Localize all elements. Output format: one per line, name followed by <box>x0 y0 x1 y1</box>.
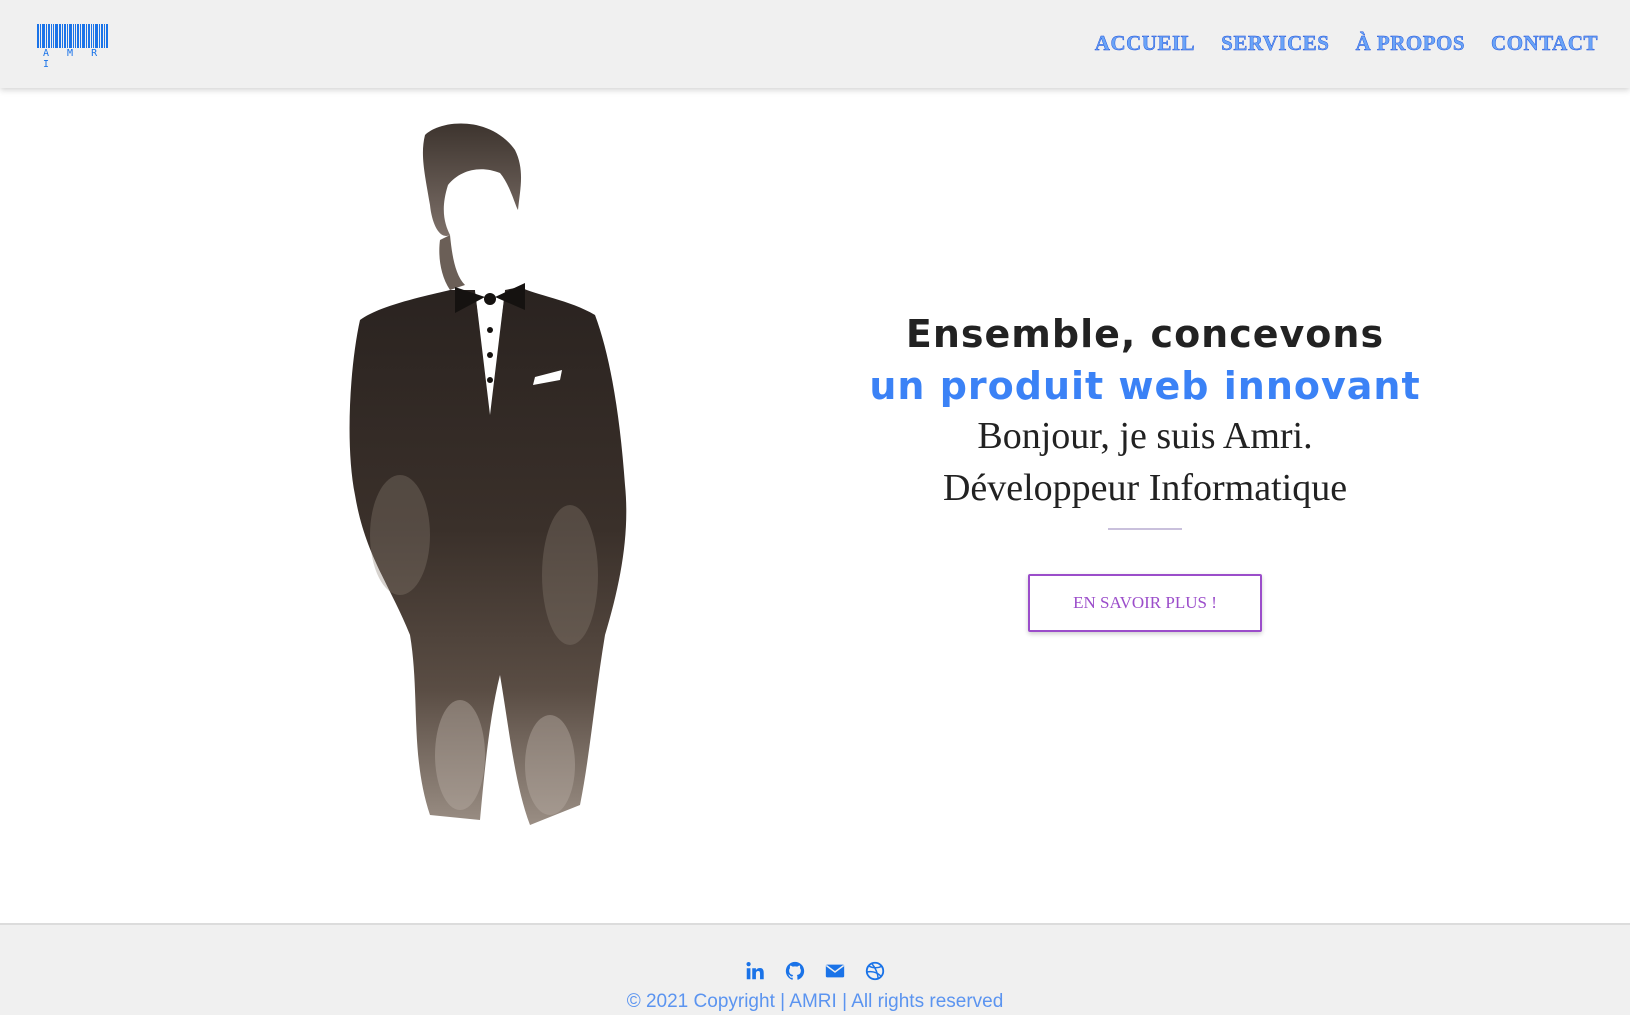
hero-greeting: Bonjour, je suis Amri. <box>977 415 1313 457</box>
nav-link-a-propos[interactable]: À PROPOS <box>1355 31 1465 56</box>
hero-divider <box>1108 528 1182 530</box>
nav-link-accueil[interactable]: ACCUEIL <box>1095 31 1195 56</box>
tuxedo-man-illustration <box>349 123 627 825</box>
site-header: A M R I ACCUEIL SERVICES À PROPOS CONTAC… <box>0 0 1630 88</box>
logo-text: A M R I <box>43 48 104 70</box>
linkedin-icon[interactable] <box>744 960 766 982</box>
social-links <box>0 960 1630 982</box>
learn-more-button[interactable]: EN SAVOIR PLUS ! <box>1028 574 1262 632</box>
hero-section: Ensemble, concevons un produit web innov… <box>830 308 1460 632</box>
hero-heading-line1: Ensemble, concevons <box>905 312 1385 356</box>
copyright-text: © 2021 Copyright | AMRI | All rights res… <box>626 991 1004 1012</box>
envelope-icon[interactable] <box>824 960 846 982</box>
dribbble-icon[interactable] <box>864 960 886 982</box>
nav-link-services[interactable]: SERVICES <box>1221 31 1329 56</box>
site-logo[interactable]: A M R I <box>37 24 111 70</box>
barcode-logo-icon <box>37 24 111 48</box>
main-nav: ACCUEIL SERVICES À PROPOS CONTACT <box>1095 31 1598 56</box>
nav-link-contact[interactable]: CONTACT <box>1491 31 1598 56</box>
hero-job-title: Développeur Informatique <box>942 467 1348 509</box>
site-footer: © 2021 Copyright | AMRI | All rights res… <box>0 923 1630 1015</box>
hero-heading-line2: un produit web innovant <box>869 364 1421 408</box>
github-icon[interactable] <box>784 960 806 982</box>
